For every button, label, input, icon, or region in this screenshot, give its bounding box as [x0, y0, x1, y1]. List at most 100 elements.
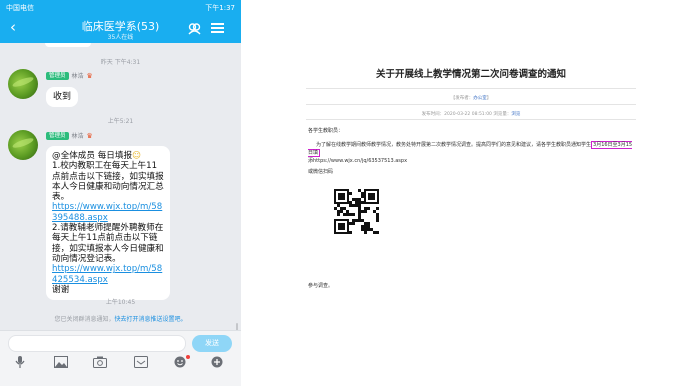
publish-date: 发布时间：2020-03-22 08:51:00 浏览量：: [421, 112, 512, 117]
qr-module: [358, 198, 361, 201]
qr-module: [361, 219, 364, 222]
sender-name: 林浩: [71, 133, 84, 140]
message-text: 2.请教辅老师提醒外聘教师在每天上午11点前点击以下链接，如实填报本人今日健康和…: [52, 223, 164, 264]
carrier-label: 中国电信: [6, 3, 34, 12]
qr-module: [361, 225, 364, 228]
qr-module: [358, 213, 361, 216]
admin-badge: 管理员: [46, 71, 69, 80]
group-members-icon[interactable]: [188, 22, 201, 35]
push-settings-link[interactable]: 快去打开消息推送设置吧。: [115, 316, 187, 323]
qr-module: [337, 210, 340, 213]
message-input[interactable]: [8, 335, 186, 352]
qr-module: [373, 231, 376, 234]
publisher-line: 【发布者：办公室】: [306, 95, 636, 101]
qr-caption: 或微信扫码: [308, 169, 334, 175]
qr-module: [358, 210, 361, 213]
qr-module: [355, 204, 358, 207]
closing-text: 参与调查。: [308, 283, 334, 289]
qr-module: [352, 198, 355, 201]
qr-module: [358, 207, 361, 210]
system-notice-text: 您已关闭群消息通知，: [54, 316, 115, 323]
qr-module: [337, 204, 340, 207]
avatar[interactable]: [8, 69, 38, 99]
qr-module: [352, 204, 355, 207]
image-icon[interactable]: [54, 356, 68, 368]
qr-module: [376, 231, 379, 234]
message-text: 收到: [53, 92, 72, 102]
send-button[interactable]: 发送: [192, 335, 232, 352]
qr-module: [349, 201, 352, 204]
qr-module: [368, 193, 375, 200]
message-bubble[interactable]: 收到: [46, 87, 79, 107]
qr-module: [364, 228, 367, 231]
qr-module: [337, 213, 340, 216]
emoji-icon[interactable]: [173, 356, 187, 368]
camera-icon[interactable]: [93, 356, 107, 368]
qr-module: [361, 228, 364, 231]
qr-module: [358, 189, 361, 192]
qr-module: [361, 195, 364, 198]
input-bar: 发送: [0, 330, 241, 386]
notice-greeting: 各学生教职员：: [308, 128, 344, 134]
menu-icon[interactable]: [211, 23, 224, 33]
notice-title: 关于开展线上教学情况第二次问卷调查的通知: [375, 69, 566, 80]
qr-module: [349, 192, 352, 195]
plus-icon[interactable]: [210, 356, 224, 368]
qr-module: [340, 210, 343, 213]
message-bubble[interactable]: @全体成员 每日填报☺ 1.校内教职工在每天上午11点前点击以下链接，如实填报本…: [46, 146, 170, 301]
qr-module: [355, 201, 358, 204]
message-list[interactable]: 昨天 下午4:31 管理员 林浩 ♛ 收到 上午5:21 管理员 林浩 ♛ @全…: [0, 43, 241, 343]
qr-module: [367, 225, 370, 228]
message-text: 1.校内教职工在每天上午11点前点击以下链接，如实填报本人今日健康和动向情况汇总…: [52, 161, 164, 203]
qr-module: [373, 210, 376, 213]
notice-paragraph: 为了解在线教学期间教师教学情况，教务处特开展第二次教学情况调查。提高同学们的意见…: [308, 141, 634, 157]
survey-url[interactable]: 添https://www.wjx.cn/jq/63537513.aspx: [308, 157, 634, 165]
qr-module: [376, 219, 379, 222]
sender-meta: 管理员 林浩 ♛: [46, 131, 93, 140]
publish-info: 发布时间：2020-03-22 08:51:00 浏览量：浏览: [306, 111, 636, 117]
previous-message-bubble: [45, 43, 91, 47]
publisher-link[interactable]: 办公室: [473, 96, 487, 101]
sender-meta: 管理员 林浩 ♛: [46, 71, 93, 80]
smile-emoji-icon: ☺: [132, 151, 142, 161]
sender-name: 林浩: [71, 73, 84, 80]
divider: [306, 119, 636, 120]
qr-module: [352, 219, 355, 222]
divider: [306, 104, 636, 105]
qr-module: [361, 210, 364, 213]
survey-link-2[interactable]: https://www.wjx.top/m/58425534.aspx: [52, 264, 164, 285]
qr-module: [364, 210, 367, 213]
notice-document: 关于开展线上教学情况第二次问卷调查的通知 【发布者：办公室】 发布时间：2020…: [306, 40, 636, 340]
message-time: 昨天 下午4:31: [100, 59, 141, 66]
mic-icon[interactable]: [13, 356, 27, 368]
qr-module: [352, 222, 355, 225]
qr-module: [364, 231, 367, 234]
qr-module: [352, 213, 355, 216]
qr-module: [364, 225, 367, 228]
message-text: 谢谢: [52, 284, 70, 295]
qr-module: [376, 213, 379, 216]
avatar[interactable]: [8, 130, 38, 160]
qr-module: [358, 204, 361, 207]
picture-icon[interactable]: [134, 356, 148, 368]
chat-app-screenshot: 中国电信 下午1:37 ‹ 临床医学系(53) 35人在线 昨天 下午4:31 …: [0, 0, 241, 386]
views-link[interactable]: 浏览: [511, 112, 520, 117]
status-time: 下午1:37: [205, 3, 235, 12]
qr-module: [361, 192, 364, 195]
chat-header: ‹ 临床医学系(53) 35人在线: [0, 15, 241, 43]
publisher-end: 】: [486, 96, 492, 101]
notification-dot: [186, 355, 190, 359]
qr-module: [349, 222, 352, 225]
qr-module: [338, 193, 345, 200]
qr-module: [343, 213, 346, 216]
online-count: 35人在线: [107, 34, 134, 41]
publisher-label: 【发布者：: [450, 96, 474, 101]
qr-code-image: [334, 189, 379, 234]
divider: [306, 88, 636, 89]
crown-icon: ♛: [86, 71, 93, 80]
qr-module: [370, 228, 373, 231]
qr-module: [334, 207, 337, 210]
survey-link-1[interactable]: https://www.wjx.top/m/58395488.aspx: [52, 202, 164, 223]
qr-module: [376, 216, 379, 219]
message-line: @全体成员 每日填报☺: [52, 151, 164, 161]
